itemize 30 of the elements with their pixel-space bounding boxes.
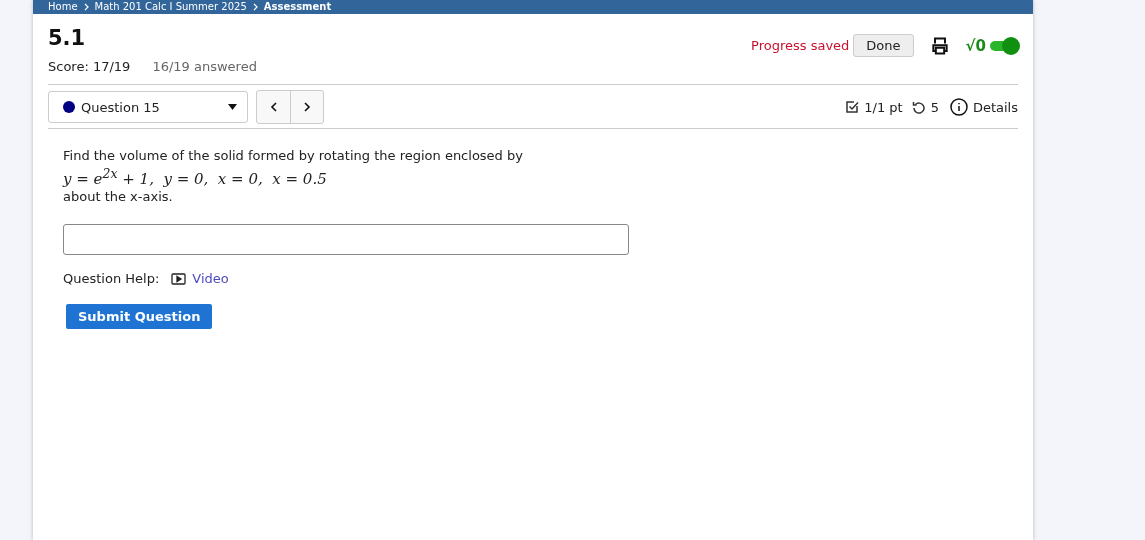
- chevron-icon: [252, 3, 258, 11]
- breadcrumb-link[interactable]: Home: [48, 1, 78, 13]
- submit-button[interactable]: Submit Question: [66, 304, 213, 329]
- progress-status: Progress saved: [751, 38, 850, 53]
- checkbox-icon: [845, 100, 860, 114]
- question-prompt: Find the volume of the solid formed by rotating the region enclosed by: [63, 147, 524, 165]
- score-text: Score: 17/19: [48, 59, 131, 74]
- attempts-count: 5: [930, 99, 939, 115]
- chevron-icon: [83, 3, 89, 11]
- caret-icon: [228, 104, 237, 110]
- answer-field[interactable]: [63, 224, 629, 255]
- help-label: Question Help:: [63, 271, 160, 286]
- chevron-right-icon: [303, 102, 311, 112]
- question-select[interactable]: Question 15: [48, 91, 248, 123]
- points-text: 1/1 pt: [864, 99, 903, 115]
- info-icon: [949, 98, 968, 116]
- breadcrumb-link[interactable]: Assessment: [263, 1, 332, 13]
- video-icon: [171, 272, 187, 285]
- math-toggle-label: √0: [965, 36, 986, 55]
- retry-icon: [911, 100, 926, 114]
- assessment-title: 5.1: [48, 26, 87, 50]
- math-equation: y = e$^{2x}$ + 1, y = 0, x = 0, x = 0.5: [63, 165, 328, 188]
- chevron-left-icon: [269, 102, 278, 112]
- question-suffix: about the x-axis.: [63, 188, 174, 206]
- details-link[interactable]: Details: [972, 99, 1018, 115]
- print-icon[interactable]: [929, 35, 950, 56]
- answered-count: 16/19 answered: [152, 59, 257, 74]
- video-link[interactable]: Video: [192, 271, 229, 286]
- breadcrumb-link[interactable]: Math 201 Calc I Summer 2025: [94, 1, 247, 13]
- done-button[interactable]: Done: [853, 34, 914, 57]
